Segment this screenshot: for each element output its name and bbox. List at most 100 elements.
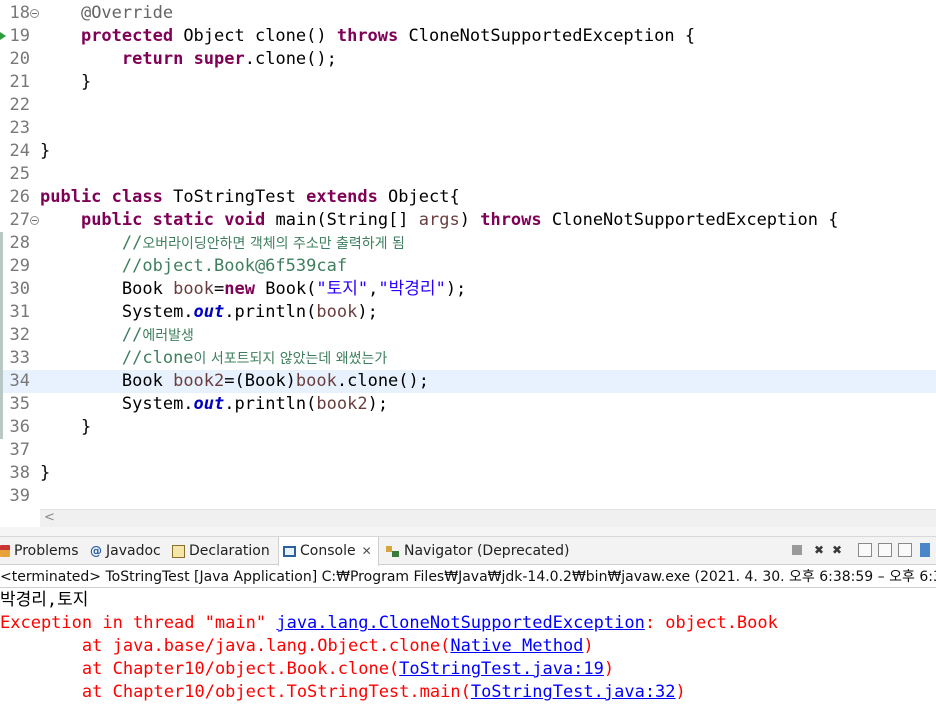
line-number: 21 bbox=[9, 72, 30, 92]
clear-console-icon[interactable] bbox=[858, 543, 872, 557]
code-text: return super.clone(); bbox=[121, 49, 337, 69]
tab-problems[interactable]: Problems bbox=[0, 537, 79, 565]
change-marker bbox=[0, 232, 3, 255]
code-text: System.out.println(book); bbox=[121, 302, 378, 322]
code-line[interactable]: 18 @Override bbox=[0, 2, 936, 25]
line-number: 20 bbox=[9, 49, 30, 69]
line-number: 39 bbox=[9, 486, 30, 506]
console-launch-description: <terminated> ToStringTest [Java Applicat… bbox=[0, 566, 936, 588]
code-line[interactable]: 21 } bbox=[0, 71, 936, 94]
line-number: 26 bbox=[9, 187, 30, 207]
line-number: 37 bbox=[9, 440, 30, 460]
fold-toggle-icon[interactable] bbox=[30, 216, 39, 225]
line-number: 19 bbox=[9, 26, 30, 46]
code-line[interactable]: 25 bbox=[0, 163, 936, 186]
exception-link[interactable]: java.lang.CloneNotSupportedException bbox=[276, 613, 644, 633]
pin-console-icon[interactable] bbox=[920, 543, 930, 557]
tab-javadoc[interactable]: @ Javadoc bbox=[90, 537, 161, 565]
tab-label: Problems bbox=[14, 543, 79, 559]
code-text: } bbox=[40, 463, 51, 483]
remove-all-terminated-icon[interactable]: ✖ bbox=[830, 543, 844, 557]
code-text: System.out.println(book2); bbox=[121, 394, 389, 414]
fold-toggle-icon[interactable] bbox=[30, 9, 39, 18]
code-text: //오버라이딩안하면 객체의 주소만 출력하게 됨 bbox=[121, 233, 405, 253]
stack-trace-line: at Chapter10/object.ToStringTest.main(To… bbox=[81, 682, 686, 702]
code-line[interactable]: 35 System.out.println(book2); bbox=[0, 393, 936, 416]
code-line[interactable]: 27 public static void main(String[] args… bbox=[0, 209, 936, 232]
console-icon bbox=[283, 545, 296, 557]
terminate-icon[interactable] bbox=[792, 545, 802, 555]
code-text: @Override bbox=[80, 3, 174, 23]
code-line[interactable]: 23 bbox=[0, 117, 936, 140]
code-line-current[interactable]: 34 Book book2=(Book)book.clone(); bbox=[0, 370, 936, 393]
code-text: //clone이 서포트되지 않았는데 왜썼는가 bbox=[121, 348, 388, 368]
change-marker bbox=[0, 370, 3, 393]
line-number: 30 bbox=[9, 279, 30, 299]
tab-console[interactable]: Console ✕ bbox=[278, 537, 379, 566]
tab-navigator[interactable]: Navigator (Deprecated) bbox=[386, 537, 569, 565]
stack-trace-link[interactable]: Native Method bbox=[450, 636, 583, 656]
javadoc-icon: @ bbox=[90, 544, 102, 558]
tab-label: Declaration bbox=[189, 543, 270, 559]
code-text: Book book=new Book("토지","박경리"); bbox=[121, 279, 467, 299]
code-line[interactable]: 24 } bbox=[0, 140, 936, 163]
stack-trace-line: at java.base/java.lang.Object.clone(Nati… bbox=[81, 636, 594, 656]
declaration-icon bbox=[172, 544, 185, 558]
stack-trace-link[interactable]: ToStringTest.java:32 bbox=[471, 682, 676, 702]
horizontal-scrollbar[interactable]: < bbox=[40, 509, 936, 527]
stack-trace-line: at Chapter10/object.Book.clone(ToStringT… bbox=[81, 659, 615, 679]
code-line[interactable]: 33 //clone이 서포트되지 않았는데 왜썼는가 bbox=[0, 347, 936, 370]
code-text: public static void main(String[] args) t… bbox=[80, 210, 839, 230]
code-text: public class ToStringTest extends Object… bbox=[40, 187, 460, 207]
code-line[interactable]: 38 } bbox=[0, 462, 936, 485]
tab-label: Javadoc bbox=[106, 543, 161, 559]
code-text: } bbox=[80, 72, 92, 92]
console-stdout-line: 박경리,토지 bbox=[0, 590, 89, 610]
code-line[interactable]: 39 bbox=[0, 485, 936, 508]
line-number: 29 bbox=[9, 256, 30, 276]
stack-trace-link[interactable]: ToStringTest.java:19 bbox=[399, 659, 604, 679]
change-marker bbox=[0, 301, 3, 324]
line-number: 31 bbox=[9, 302, 30, 322]
line-number: 35 bbox=[9, 394, 30, 414]
code-line[interactable]: 28 //오버라이딩안하면 객체의 주소만 출력하게 됨 bbox=[0, 232, 936, 255]
code-line[interactable]: 19 protected Object clone() throws Clone… bbox=[0, 25, 936, 48]
code-line[interactable]: 36 } bbox=[0, 416, 936, 439]
code-line[interactable]: 29 //object.Book@6f539caf bbox=[0, 255, 936, 278]
line-number: 27 bbox=[9, 210, 30, 230]
change-marker bbox=[0, 324, 3, 347]
line-number: 18 bbox=[9, 3, 30, 23]
change-marker bbox=[0, 393, 3, 416]
code-text: protected Object clone() throws CloneNot… bbox=[80, 26, 696, 46]
change-marker bbox=[0, 278, 3, 301]
code-line[interactable]: 20 return super.clone(); bbox=[0, 48, 936, 71]
java-editor[interactable]: 18 @Override 19 protected Object clone()… bbox=[0, 0, 936, 509]
line-number: 22 bbox=[9, 95, 30, 115]
line-number: 24 bbox=[9, 141, 30, 161]
line-number: 38 bbox=[9, 463, 30, 483]
problems-icon bbox=[0, 545, 10, 557]
scroll-lock-icon[interactable] bbox=[878, 543, 892, 557]
code-line[interactable]: 22 bbox=[0, 94, 936, 117]
word-wrap-icon[interactable] bbox=[898, 543, 912, 557]
close-icon[interactable]: ✕ bbox=[362, 544, 372, 558]
line-number: 28 bbox=[9, 233, 30, 253]
code-line[interactable]: 31 System.out.println(book); bbox=[0, 301, 936, 324]
remove-launch-icon[interactable]: ✖ bbox=[812, 543, 826, 557]
code-text: } bbox=[80, 417, 92, 437]
code-line[interactable]: 26 public class ToStringTest extends Obj… bbox=[0, 186, 936, 209]
code-line[interactable]: 32 //에러발생 bbox=[0, 324, 936, 347]
tab-label: Navigator (Deprecated) bbox=[404, 543, 570, 559]
tab-declaration[interactable]: Declaration bbox=[172, 537, 270, 565]
code-line[interactable]: 30 Book book=new Book("토지","박경리"); bbox=[0, 278, 936, 301]
console-output[interactable]: 박경리,토지 Exception in thread "main" java.l… bbox=[0, 589, 936, 707]
views-tab-bar: Problems @ Javadoc Declaration Console ✕ N… bbox=[0, 537, 936, 566]
scroll-left-arrow-icon[interactable]: < bbox=[44, 510, 55, 526]
code-text: Book book2=(Book)book.clone(); bbox=[121, 371, 429, 391]
change-marker bbox=[0, 347, 3, 370]
line-number: 25 bbox=[9, 164, 30, 184]
code-line[interactable]: 37 bbox=[0, 439, 936, 462]
code-text: //object.Book@6f539caf bbox=[121, 256, 348, 276]
line-number: 36 bbox=[9, 417, 30, 437]
navigator-icon bbox=[386, 545, 400, 557]
